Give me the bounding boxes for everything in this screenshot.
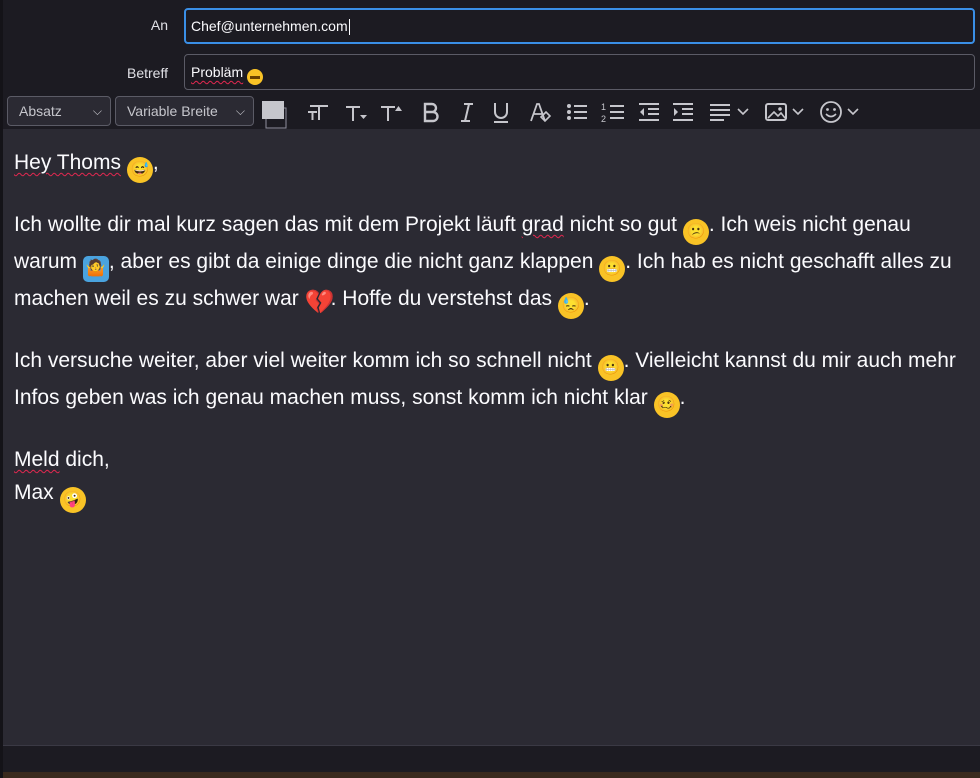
paragraph-2: Ich versuche weiter, aber viel weiter ko… — [14, 344, 972, 418]
font-size-larger-button[interactable] — [377, 99, 407, 125]
chevron-down-icon: ⌵ — [92, 104, 102, 118]
message-body-editor[interactable]: Hey Thoms 😅, Ich wollte dir mal kurz sag… — [3, 129, 980, 745]
numbered-list-button[interactable]: 1 2 — [598, 99, 628, 125]
font-larger-icon — [381, 106, 402, 121]
downcast-sweat-emoji-icon: 😓 — [557, 293, 584, 319]
bold-icon — [423, 102, 439, 123]
formatting-toolbar: Absatz ⌵ Variable Breite ⌵ 1 2 — [3, 95, 980, 129]
underline-icon — [494, 103, 508, 123]
numbered-list-icon: 1 2 — [601, 102, 624, 124]
paragraph-1: Ich wollte dir mal kurz sagen das mit de… — [14, 208, 972, 319]
window-border-glow — [3, 772, 980, 778]
to-field[interactable]: Chef@unternehmen.com — [184, 8, 975, 44]
signature-name: Max — [14, 481, 54, 504]
closing-text: dich, — [59, 448, 110, 471]
greeting-line: Hey Thoms 😅, — [14, 146, 972, 183]
italic-button[interactable] — [453, 99, 481, 125]
grimacing-emoji-icon: ▬ — [247, 69, 264, 85]
p1-misspelled-word: grad — [521, 213, 564, 236]
zany-emoji-icon: 🤪 — [59, 487, 86, 513]
image-icon — [765, 103, 804, 121]
shrug-emoji-icon: 🤷 — [82, 256, 109, 282]
paragraph-format-select[interactable]: Absatz ⌵ — [7, 96, 111, 126]
alignment-button[interactable] — [706, 99, 754, 125]
closing: Meld dich, Max 🤪 — [14, 443, 972, 513]
p1-text-h: . — [583, 287, 590, 310]
grimacing-emoji-icon: 😬 — [597, 355, 624, 381]
to-label: An — [150, 17, 168, 33]
p2-text-a: Ich versuche weiter, aber viel weiter ko… — [14, 349, 592, 372]
text-caret — [348, 19, 350, 36]
p1-text-g: . Hoffe du verstehst das — [330, 287, 553, 310]
to-value: Chef@unternehmen.com — [191, 18, 348, 34]
underline-button[interactable] — [487, 99, 515, 125]
greeting-text: Hey Thoms — [14, 151, 121, 174]
svg-text:1: 1 — [601, 102, 606, 112]
subject-field[interactable]: Probläm ▬ — [184, 54, 975, 90]
font-size-icon — [308, 105, 328, 120]
indent-button[interactable] — [669, 99, 697, 125]
grimacing-emoji-icon: 😬 — [599, 256, 626, 282]
confused-emoji-icon: 😕 — [682, 219, 709, 245]
broken-heart-emoji-icon: 💔 — [304, 289, 335, 316]
subject-label: Betreff — [127, 65, 168, 81]
text-color-icon — [262, 101, 287, 129]
outdent-button[interactable] — [635, 99, 663, 125]
align-icon — [710, 104, 749, 121]
eraser-icon — [530, 103, 552, 123]
svg-text:2: 2 — [601, 114, 606, 124]
p1-text-e: , aber es gibt da einige dinge die nicht… — [108, 250, 594, 273]
text-color-button[interactable] — [260, 99, 296, 129]
subject-value: Probläm — [191, 64, 244, 80]
paragraph-format-value: Absatz — [19, 103, 62, 119]
chevron-down-icon: ⌵ — [235, 104, 245, 118]
font-size-smaller-button[interactable] — [341, 99, 371, 125]
insert-image-button[interactable] — [763, 99, 809, 125]
bullet-list-icon — [567, 104, 587, 120]
remove-formatting-button[interactable] — [525, 99, 553, 125]
grinning-sweat-emoji-icon: 😅 — [126, 157, 153, 183]
status-bar — [3, 745, 980, 778]
bold-button[interactable] — [417, 99, 445, 125]
p1-text-a: Ich wollte dir mal kurz sagen das mit de… — [14, 213, 516, 236]
p1-text-c: nicht so gut — [569, 213, 677, 236]
italic-icon — [461, 103, 473, 122]
font-smaller-icon — [346, 106, 367, 121]
compose-header: An Chef@unternehmen.com Betreff Probläm … — [3, 0, 980, 95]
smiley-icon — [820, 101, 859, 123]
bullet-list-button[interactable] — [563, 99, 591, 125]
p2-text-c: . — [679, 386, 686, 409]
font-select[interactable]: Variable Breite ⌵ — [115, 96, 254, 126]
font-size-default-button[interactable] — [305, 99, 335, 125]
greeting-comma: , — [152, 151, 159, 174]
insert-emoji-button[interactable] — [818, 99, 866, 125]
woozy-emoji-icon: 🥴 — [653, 392, 680, 418]
closing-misspelled-word: Meld — [14, 448, 60, 471]
font-value: Variable Breite — [127, 103, 218, 119]
outdent-icon — [639, 103, 659, 121]
indent-icon — [673, 103, 693, 121]
